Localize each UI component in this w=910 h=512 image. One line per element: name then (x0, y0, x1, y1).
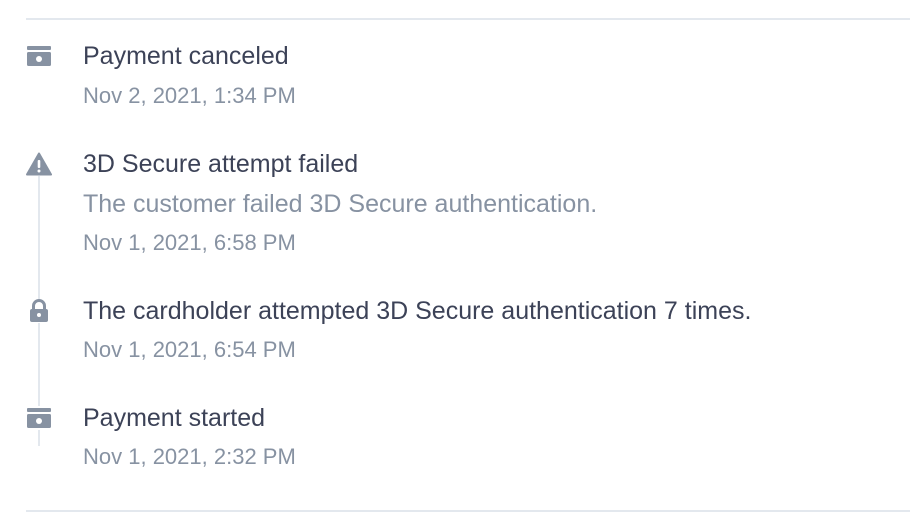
payment-icon (26, 44, 52, 68)
warning-icon (26, 152, 52, 176)
event-title: The cardholder attempted 3D Secure authe… (83, 297, 752, 325)
lock-icon (26, 299, 52, 323)
event-title: Payment canceled (83, 42, 289, 70)
top-divider (26, 18, 910, 20)
event-timestamp: Nov 1, 2021, 6:58 PM (83, 230, 296, 255)
event-title: 3D Secure attempt failed (83, 150, 359, 178)
event-timestamp: Nov 1, 2021, 6:54 PM (83, 337, 296, 362)
event-timestamp: Nov 2, 2021, 1:34 PM (83, 83, 296, 108)
payment-icon (26, 406, 52, 430)
event-timestamp: Nov 1, 2021, 2:32 PM (83, 444, 296, 469)
event-title: Payment started (83, 404, 266, 432)
event-description: The customer failed 3D Secure authentica… (83, 190, 598, 218)
